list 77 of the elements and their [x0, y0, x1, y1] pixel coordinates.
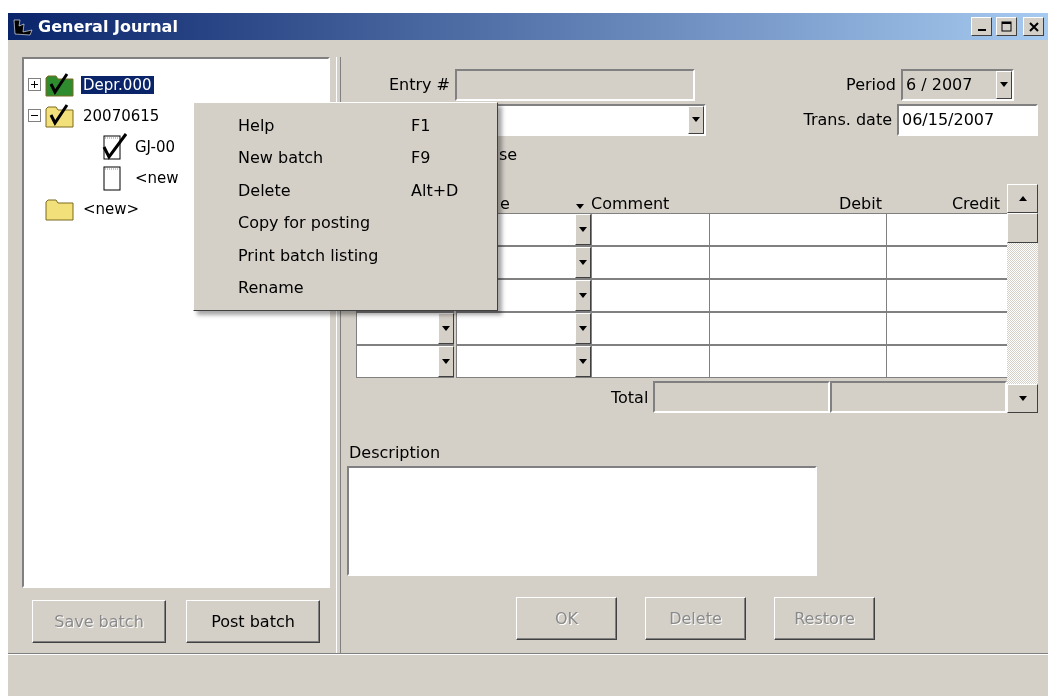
- description-field[interactable]: [347, 466, 817, 576]
- scrollbar[interactable]: [1007, 184, 1038, 413]
- tree-item[interactable]: <new>: [81, 199, 142, 218]
- app-icon: [12, 17, 34, 36]
- table-cell[interactable]: [591, 213, 709, 246]
- field-label: Entry #: [387, 75, 451, 94]
- scroll-thumb[interactable]: [1007, 213, 1038, 243]
- table-cell[interactable]: [709, 279, 886, 312]
- expand-icon[interactable]: [28, 78, 41, 91]
- scroll-up-button[interactable]: [1007, 184, 1038, 213]
- dropdown-button[interactable]: [575, 247, 591, 278]
- down-arrow-icon: [579, 359, 587, 364]
- dropdown-button[interactable]: [575, 280, 591, 311]
- table-cell[interactable]: [709, 312, 886, 345]
- down-arrow-icon: [1018, 396, 1027, 401]
- down-arrow-icon: [579, 293, 587, 298]
- table-cell[interactable]: [591, 246, 709, 279]
- tree-item[interactable]: 20070615: [81, 106, 162, 125]
- table-cell[interactable]: [709, 246, 886, 279]
- down-arrow-icon: [576, 204, 584, 209]
- column-header: e: [499, 194, 511, 213]
- down-arrow-icon: [579, 326, 587, 331]
- table-cell[interactable]: [356, 345, 454, 378]
- close-icon: [1028, 21, 1039, 32]
- menu-item[interactable]: Rename: [194, 271, 497, 304]
- down-arrow-icon: [579, 227, 587, 232]
- column-header: Debit: [837, 194, 883, 213]
- menu-item[interactable]: New batch F9: [194, 141, 497, 174]
- dropdown-button[interactable]: [575, 313, 591, 344]
- batch-button[interactable]: Post batch: [186, 600, 320, 643]
- field-label: Description: [349, 443, 442, 462]
- table-cell[interactable]: [886, 312, 1007, 345]
- close-button[interactable]: [1023, 17, 1044, 36]
- menu-item[interactable]: Print batch listing: [194, 239, 497, 272]
- column-header: Credit: [950, 194, 1001, 213]
- dropdown-button[interactable]: [688, 105, 704, 134]
- field-label: Trans. date: [803, 110, 893, 129]
- column-header: Comment: [591, 194, 671, 213]
- collapse-icon[interactable]: [28, 109, 41, 122]
- down-arrow-icon: [579, 260, 587, 265]
- scroll-down-button[interactable]: [1007, 384, 1038, 413]
- table-cell[interactable]: [591, 345, 709, 378]
- dropdown-button[interactable]: [575, 346, 591, 377]
- total-label: Total: [611, 387, 650, 407]
- menu-item[interactable]: Delete Alt+D: [194, 174, 497, 207]
- tree-item[interactable]: GJ-00: [133, 137, 177, 156]
- menu-item[interactable]: Help F1: [194, 109, 497, 142]
- table-cell[interactable]: [456, 345, 591, 378]
- dropdown-button[interactable]: [575, 214, 591, 245]
- table-cell[interactable]: [886, 213, 1007, 246]
- table-cell[interactable]: [709, 345, 886, 378]
- date-field[interactable]: 06/15/2007: [897, 103, 1038, 136]
- table-cell[interactable]: [886, 246, 1007, 279]
- menu-item[interactable]: Copy for posting: [194, 206, 497, 239]
- up-arrow-icon: [1018, 196, 1027, 201]
- tree-item[interactable]: Depr.000: [81, 75, 154, 94]
- maximize-icon: [1001, 21, 1012, 32]
- table-cell[interactable]: [886, 345, 1007, 378]
- table-cell[interactable]: [886, 279, 1007, 312]
- minimize-icon: [977, 29, 986, 31]
- table-cell[interactable]: [456, 312, 591, 345]
- table-cell[interactable]: [356, 312, 454, 345]
- field-label: Period: [846, 75, 897, 94]
- down-arrow-icon: [692, 117, 700, 122]
- table-cell[interactable]: [709, 213, 886, 246]
- down-arrow-icon: [1000, 82, 1008, 87]
- table-cell[interactable]: [591, 279, 709, 312]
- table-cell[interactable]: [591, 312, 709, 345]
- dropdown-button[interactable]: [438, 313, 454, 344]
- minimize-button[interactable]: [971, 17, 992, 36]
- down-arrow-icon: [442, 326, 450, 331]
- down-arrow-icon: [442, 359, 450, 364]
- field-label: se: [499, 145, 519, 166]
- dropdown-button[interactable]: [438, 346, 454, 377]
- maximize-button[interactable]: [996, 17, 1017, 36]
- window-title: General Journal: [38, 17, 179, 36]
- tree-item[interactable]: <new: [133, 168, 181, 187]
